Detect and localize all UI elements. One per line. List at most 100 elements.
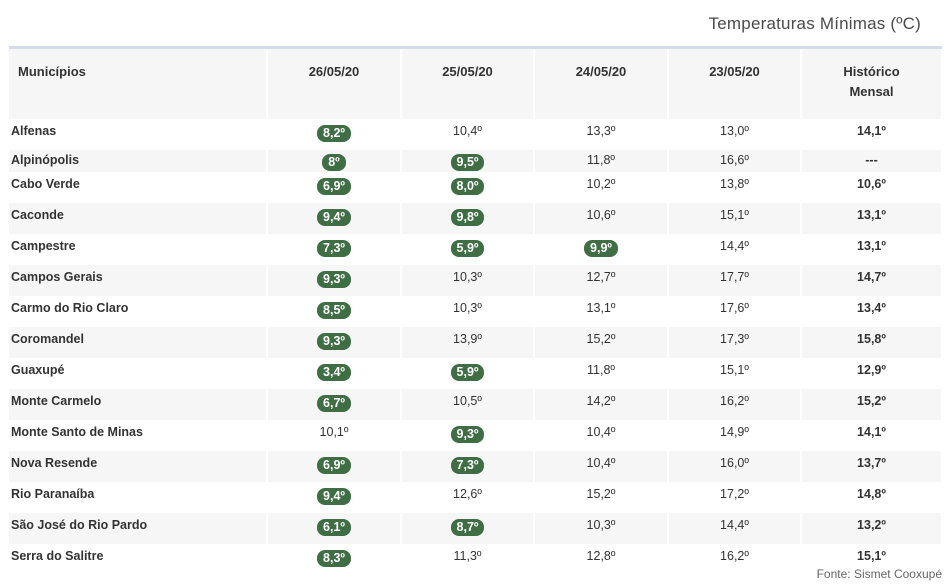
- low-temp-badge: 9,3º: [450, 426, 485, 443]
- low-temp-badge: 5,9º: [450, 364, 485, 381]
- temp-cell-d4: 16,0º: [668, 451, 802, 482]
- municipio-name: Monte Carmelo: [9, 389, 268, 420]
- municipio-name: Coromandel: [9, 327, 268, 358]
- table-row: Carmo do Rio Claro 8,5º 10,3º 13,1º 17,6º 13,…: [9, 296, 943, 327]
- header-date-2: 25/05/20: [401, 49, 535, 119]
- low-temp-badge: 6,9º: [317, 457, 351, 474]
- historico-value: 14,1º: [801, 420, 943, 451]
- temp-value: 15,1º: [720, 363, 749, 377]
- table-row: Campestre 7,3º 5,9º 9,9º 14,4º 13,1º: [9, 234, 943, 265]
- temp-cell-d4: 16,2º: [668, 544, 802, 575]
- table-row: Caconde 9,4º 9,8º 10,6º 15,1º 13,1º: [9, 203, 943, 234]
- table-row: Alfenas 8,2º 10,4º 13,3º 13,0º 14,1º: [9, 119, 943, 150]
- low-temp-badge: 8,3º: [317, 550, 351, 567]
- source-note: Fonte: Sismet Cooxupé: [816, 567, 942, 581]
- temp-value: 16,2º: [720, 549, 749, 563]
- temp-value: 12,8º: [586, 549, 616, 563]
- temp-cell-d1: 9,4º: [267, 203, 402, 234]
- historico-value: 12,9º: [801, 358, 943, 389]
- temp-cell-d1: 10,1º: [267, 420, 402, 451]
- temp-value: 15,2º: [586, 487, 616, 501]
- municipio-name: Rio Paranaíba: [9, 482, 268, 513]
- temp-cell-d1: 7,3º: [267, 234, 402, 265]
- temp-cell-d4: 14,4º: [668, 513, 802, 544]
- temp-cell-d1: 6,7º: [267, 389, 402, 420]
- historico-value: ---: [801, 150, 943, 172]
- table-row: São José do Rio Pardo 6,1º 8,7º 10,3º 14,4º 1…: [9, 513, 943, 544]
- temp-value: 13,3º: [586, 124, 616, 138]
- temp-cell-d2: 5,9º: [401, 358, 535, 389]
- temp-value: 10,3º: [586, 518, 616, 532]
- temp-cell-d1: 6,9º: [267, 172, 402, 203]
- temp-cell-d2: 10,3º: [401, 296, 535, 327]
- temp-cell-d1: 8,2º: [267, 119, 402, 150]
- header-date-1: 26/05/20: [267, 49, 402, 119]
- temp-cell-d1: 8,5º: [267, 296, 402, 327]
- low-temp-badge: 8,5º: [317, 302, 351, 319]
- low-temp-badge: 8,7º: [450, 519, 485, 536]
- table-row: Nova Resende 6,9º 7,3º 10,4º 16,0º 13,7º: [9, 451, 943, 482]
- historico-value: 14,1º: [801, 119, 943, 150]
- table-row: Monte Carmelo 6,7º 10,5º 14,2º 16,2º 15,2º: [9, 389, 943, 420]
- low-temp-badge: 6,7º: [317, 395, 351, 412]
- temp-cell-d2: 11,3º: [401, 544, 535, 575]
- table-row: Cabo Verde 6,9º 8,0º 10,2º 13,8º 10,6º: [9, 172, 943, 203]
- temp-value: 13,1º: [586, 301, 616, 315]
- temp-cell-d4: 15,1º: [668, 203, 802, 234]
- temp-value: 17,6º: [720, 301, 749, 315]
- temp-cell-d4: 16,2º: [668, 389, 802, 420]
- low-temp-badge: 8,2º: [317, 125, 351, 142]
- temp-value: 10,2º: [586, 177, 616, 191]
- temp-cell-d2: 10,4º: [401, 119, 535, 150]
- temp-cell-d2: 9,3º: [401, 420, 535, 451]
- temp-cell-d4: 15,1º: [668, 358, 802, 389]
- temp-cell-d3: 12,8º: [534, 544, 669, 575]
- temp-cell-d3: 15,2º: [534, 327, 669, 358]
- municipio-name: Caconde: [9, 203, 268, 234]
- temp-cell-d2: 10,5º: [401, 389, 535, 420]
- table-title: Temperaturas Mínimas (ºC): [708, 14, 921, 33]
- temp-cell-d4: 13,8º: [668, 172, 802, 203]
- temp-value: 10,6º: [586, 208, 616, 222]
- low-temp-badge: 6,1º: [317, 519, 351, 536]
- temp-value: 16,2º: [720, 394, 749, 408]
- temp-cell-d2: 5,9º: [401, 234, 535, 265]
- temp-value: 14,4º: [720, 239, 749, 253]
- temp-cell-d3: 9,9º: [534, 234, 669, 265]
- temp-value: 10,4º: [453, 124, 482, 138]
- temp-cell-d1: 3,4º: [267, 358, 402, 389]
- temp-cell-d4: 17,7º: [668, 265, 802, 296]
- temp-value: 14,4º: [720, 518, 749, 532]
- low-temp-badge: 9,3º: [317, 271, 351, 288]
- temp-value: 16,6º: [720, 153, 749, 167]
- historico-value: 13,2º: [801, 513, 943, 544]
- temp-value: 11,8º: [587, 363, 615, 377]
- temp-cell-d4: 17,2º: [668, 482, 802, 513]
- municipio-name: Carmo do Rio Claro: [9, 296, 268, 327]
- temp-cell-d3: 10,6º: [534, 203, 669, 234]
- temp-cell-d2: 13,9º: [401, 327, 535, 358]
- temp-cell-d1: 9,3º: [267, 327, 402, 358]
- temp-cell-d2: 9,5º: [401, 150, 535, 172]
- temp-cell-d4: 17,3º: [668, 327, 802, 358]
- temp-value: 17,2º: [720, 487, 749, 501]
- temp-value: 10,4º: [586, 425, 616, 439]
- temp-cell-d1: 9,4º: [267, 482, 402, 513]
- temp-value: 13,0º: [720, 124, 749, 138]
- temp-cell-d4: 17,6º: [668, 296, 802, 327]
- historico-value: 13,1º: [801, 234, 943, 265]
- temp-cell-d4: 13,0º: [668, 119, 802, 150]
- temp-cell-d1: 8º: [267, 150, 402, 172]
- low-temp-badge: 7,3º: [317, 240, 351, 257]
- historico-value: 10,6º: [801, 172, 943, 203]
- temp-value: 16,0º: [720, 456, 749, 470]
- table-row: Coromandel 9,3º 13,9º 15,2º 17,3º 15,8º: [9, 327, 943, 358]
- temp-cell-d3: 12,7º: [534, 265, 669, 296]
- temp-cell-d2: 8,0º: [401, 172, 535, 203]
- table-row: Alpinópolis 8º 9,5º 11,8º 16,6º ---: [9, 150, 943, 172]
- header-date-4: 23/05/20: [668, 49, 802, 119]
- header-date-3: 24/05/20: [534, 49, 669, 119]
- low-temp-badge: 9,3º: [317, 333, 351, 350]
- municipio-name: Monte Santo de Minas: [9, 420, 268, 451]
- table-body: Alfenas 8,2º 10,4º 13,3º 13,0º 14,1º Alpinópol…: [9, 119, 943, 575]
